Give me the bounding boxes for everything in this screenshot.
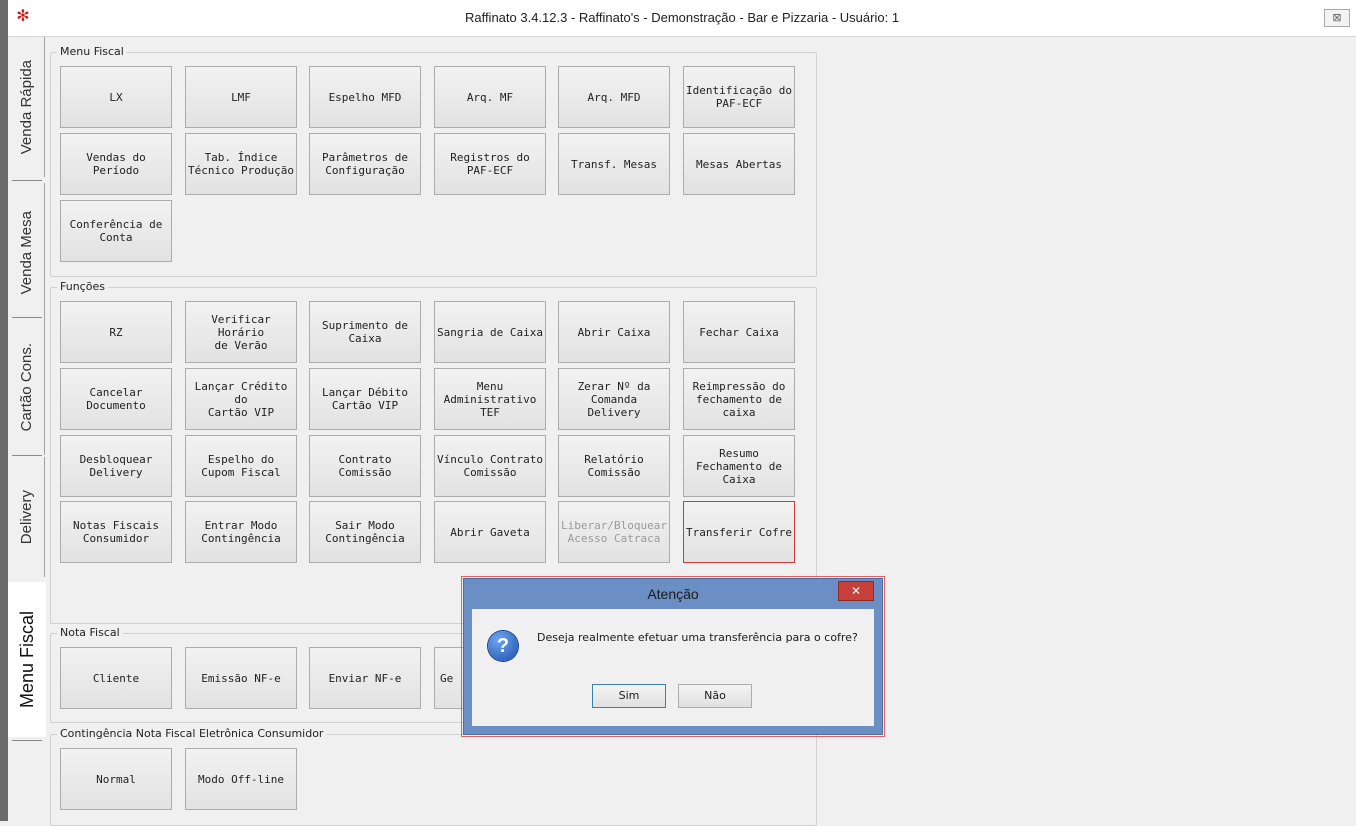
window-close-button[interactable]: ⊠ bbox=[1324, 9, 1350, 27]
group-title: Menu Fiscal bbox=[57, 45, 127, 58]
tab-delivery[interactable]: Delivery bbox=[8, 457, 45, 577]
button-enviar-nfe[interactable]: Enviar NF-e bbox=[309, 647, 421, 709]
group-title: Nota Fiscal bbox=[57, 626, 123, 639]
button-cliente[interactable]: Cliente bbox=[60, 647, 172, 709]
button-vinculo-contrato[interactable]: Vínculo Contrato Comissão bbox=[434, 435, 546, 497]
button-modo-offline[interactable]: Modo Off-line bbox=[185, 748, 297, 810]
window-title: Raffinato 3.4.12.3 - Raffinato's - Demon… bbox=[464, 10, 900, 25]
question-icon: ? bbox=[488, 631, 518, 661]
button-transferir-cofre[interactable]: Transferir Cofre bbox=[683, 501, 795, 563]
yes-button[interactable]: Sim bbox=[592, 684, 666, 708]
button-suprimento[interactable]: Suprimento de Caixa bbox=[309, 301, 421, 363]
dialog-title: Atenção bbox=[647, 586, 699, 602]
group-title: Contingência Nota Fiscal Eletrônica Cons… bbox=[57, 727, 327, 740]
button-conferencia-conta[interactable]: Conferência de Conta bbox=[60, 200, 172, 262]
button-liberar-catraca: Liberar/Bloquear Acesso Catraca bbox=[558, 501, 670, 563]
button-registros-paf[interactable]: Registros do PAF-ECF bbox=[434, 133, 546, 195]
button-mesas-abertas[interactable]: Mesas Abertas bbox=[683, 133, 795, 195]
button-relatorio-comissao[interactable]: Relatório Comissão bbox=[558, 435, 670, 497]
button-sair-contingencia[interactable]: Sair Modo Contingência bbox=[309, 501, 421, 563]
title-bar: ✻ Raffinato 3.4.12.3 - Raffinato's - Dem… bbox=[8, 0, 1356, 37]
group-title: Funções bbox=[57, 280, 108, 293]
button-vendas-periodo[interactable]: Vendas do Período bbox=[60, 133, 172, 195]
button-sangria[interactable]: Sangria de Caixa bbox=[434, 301, 546, 363]
button-menu-tef[interactable]: Menu Administrativo TEF bbox=[434, 368, 546, 430]
button-debito-vip[interactable]: Lançar Débito Cartão VIP bbox=[309, 368, 421, 430]
button-fechar-caixa[interactable]: Fechar Caixa bbox=[683, 301, 795, 363]
window-frame bbox=[0, 0, 8, 821]
button-transf-mesas[interactable]: Transf. Mesas bbox=[558, 133, 670, 195]
button-notas-fiscais-consumidor[interactable]: Notas Fiscais Consumidor bbox=[60, 501, 172, 563]
button-espelho-cupom[interactable]: Espelho do Cupom Fiscal bbox=[185, 435, 297, 497]
tab-cartao-cons[interactable]: Cartão Cons. bbox=[8, 320, 45, 455]
dialog-close-button[interactable]: ✕ bbox=[838, 581, 874, 601]
no-button[interactable]: Não bbox=[678, 684, 752, 708]
button-horario-verao[interactable]: Verificar Horário de Verão bbox=[185, 301, 297, 363]
button-rz[interactable]: RZ bbox=[60, 301, 172, 363]
button-arq-mfd[interactable]: Arq. MFD bbox=[558, 66, 670, 128]
button-parametros[interactable]: Parâmetros de Configuração bbox=[309, 133, 421, 195]
tab-venda-mesa[interactable]: Venda Mesa bbox=[8, 183, 45, 323]
button-tab-indice[interactable]: Tab. Índice Técnico Produção bbox=[185, 133, 297, 195]
button-lx[interactable]: LX bbox=[60, 66, 172, 128]
tab-divider bbox=[12, 317, 42, 318]
dialog-message: Deseja realmente efetuar uma transferênc… bbox=[537, 631, 858, 644]
button-normal[interactable]: Normal bbox=[60, 748, 172, 810]
button-emissao-nfe[interactable]: Emissão NF-e bbox=[185, 647, 297, 709]
button-abrir-gaveta[interactable]: Abrir Gaveta bbox=[434, 501, 546, 563]
button-cancelar-documento[interactable]: Cancelar Documento bbox=[60, 368, 172, 430]
button-identificacao-paf[interactable]: Identificação do PAF-ECF bbox=[683, 66, 795, 128]
tab-divider bbox=[12, 455, 42, 456]
button-espelho-mfd[interactable]: Espelho MFD bbox=[309, 66, 421, 128]
tab-menu-fiscal[interactable]: Menu Fiscal bbox=[8, 582, 46, 737]
button-zerar-comanda[interactable]: Zerar Nº da Comanda Delivery bbox=[558, 368, 670, 430]
button-reimpressao[interactable]: Reimpressão do fechamento de caixa bbox=[683, 368, 795, 430]
button-credito-vip[interactable]: Lançar Crédito do Cartão VIP bbox=[185, 368, 297, 430]
tab-divider bbox=[12, 180, 42, 181]
button-contrato-comissao[interactable]: Contrato Comissão bbox=[309, 435, 421, 497]
side-tabs: Venda Rápida Venda Mesa Cartão Cons. Del… bbox=[8, 37, 46, 821]
button-arq-mf[interactable]: Arq. MF bbox=[434, 66, 546, 128]
button-abrir-caixa[interactable]: Abrir Caixa bbox=[558, 301, 670, 363]
confirm-dialog: Atenção ✕ ? Deseja realmente efetuar uma… bbox=[463, 578, 883, 735]
button-lmf[interactable]: LMF bbox=[185, 66, 297, 128]
button-resumo-fechamento[interactable]: Resumo Fechamento de Caixa bbox=[683, 435, 795, 497]
tab-divider bbox=[12, 740, 42, 741]
tab-venda-rapida[interactable]: Venda Rápida bbox=[8, 37, 45, 177]
button-entrar-contingencia[interactable]: Entrar Modo Contingência bbox=[185, 501, 297, 563]
button-desbloquear-delivery[interactable]: Desbloquear Delivery bbox=[60, 435, 172, 497]
dialog-body: ? Deseja realmente efetuar uma transferê… bbox=[472, 609, 874, 726]
